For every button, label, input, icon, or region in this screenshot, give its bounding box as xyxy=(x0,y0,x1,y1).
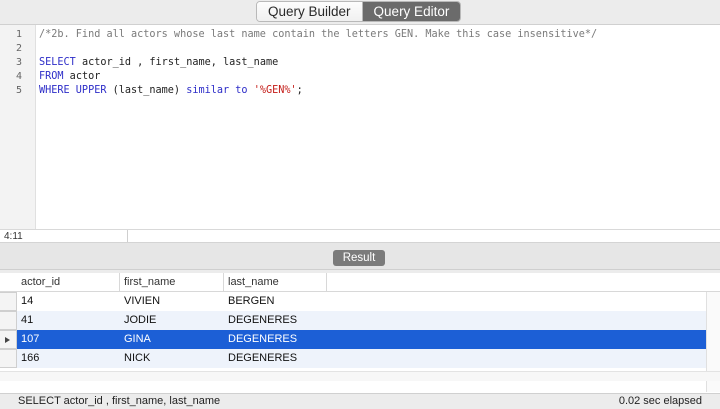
tab-query-builder[interactable]: Query Builder xyxy=(257,2,362,21)
line-number: 3 xyxy=(15,57,22,68)
status-query-text: SELECT actor_id , first_name, last_name xyxy=(18,395,221,407)
code-token-id: ; xyxy=(296,85,303,96)
code-token-kw: similar to xyxy=(186,85,248,96)
code-token-kw: FROM xyxy=(39,71,64,82)
result-bar: Result xyxy=(0,242,720,270)
cell-actor-id: 14 xyxy=(21,295,34,307)
cell-actor-id: 166 xyxy=(21,352,40,364)
table-row[interactable]: 14 VIVIEN BERGEN xyxy=(17,292,706,311)
code-token-id: actor xyxy=(63,71,101,82)
cell-last-name: DEGENERES xyxy=(228,314,298,326)
line-number: 5 xyxy=(15,85,22,96)
line-number: 1 xyxy=(15,29,22,40)
editor-status-bar: 4:11 xyxy=(0,229,720,243)
code-token-kw: SELECT xyxy=(39,57,76,68)
cell-first-name: JODIE xyxy=(124,314,157,326)
table-row[interactable]: 166 NICK DEGENERES xyxy=(17,349,706,368)
row-header-selected[interactable] xyxy=(0,330,17,349)
table-header: actor_id first_name last_name xyxy=(0,273,720,292)
mode-segmented-control: Query Builder Query Editor xyxy=(256,1,462,22)
code-token-comment: /*2b. Find all actors whose last name co… xyxy=(39,29,598,40)
cell-last-name: DEGENERES xyxy=(228,352,298,364)
code-token-kw: WHERE UPPER xyxy=(39,85,107,96)
horizontal-scrollbar[interactable] xyxy=(0,371,720,381)
cell-last-name: DEGENERES xyxy=(228,333,298,345)
tab-query-editor[interactable]: Query Editor xyxy=(361,2,461,21)
mode-toolbar: Query Builder Query Editor xyxy=(0,0,720,24)
status-elapsed-time: 0.02 sec elapsed xyxy=(618,395,702,407)
row-header[interactable] xyxy=(0,311,17,330)
sql-editor[interactable]: 1 2 3 4 5 /*2b. Find all actors whose la… xyxy=(0,24,720,230)
row-header[interactable] xyxy=(0,349,17,368)
cell-actor-id: 107 xyxy=(21,333,40,345)
cell-first-name: GINA xyxy=(124,333,151,345)
result-button[interactable]: Result xyxy=(333,250,385,266)
current-row-arrow-icon xyxy=(5,337,10,343)
code-token-id: (last_name) xyxy=(106,85,187,96)
code-token-str: '%GEN%' xyxy=(253,85,297,96)
column-header-last-name[interactable]: last_name xyxy=(224,273,327,292)
row-header[interactable] xyxy=(0,292,17,311)
column-header-actor-id[interactable]: actor_id xyxy=(17,273,120,292)
column-header-first-name[interactable]: first_name xyxy=(120,273,224,292)
cell-first-name: NICK xyxy=(124,352,151,364)
table-row-selected[interactable]: 107 GINA DEGENERES xyxy=(17,330,706,349)
cell-first-name: VIVIEN xyxy=(124,295,161,307)
line-number-gutter: 1 2 3 4 5 xyxy=(0,25,36,230)
line-number: 2 xyxy=(15,43,22,54)
code-token-id: actor_id , first_name, last_name xyxy=(75,57,279,68)
code-area[interactable]: /*2b. Find all actors whose last name co… xyxy=(39,25,720,230)
line-number: 4 xyxy=(15,71,22,82)
code-line: WHERE UPPER (last_name) similar to '%GEN… xyxy=(39,85,303,96)
cell-actor-id: 41 xyxy=(21,314,34,326)
table-row[interactable]: 41 JODIE DEGENERES xyxy=(17,311,706,330)
status-bar: SELECT actor_id , first_name, last_name … xyxy=(0,393,720,409)
code-line: SELECT actor_id , first_name, last_name xyxy=(39,57,278,68)
code-line: /*2b. Find all actors whose last name co… xyxy=(39,29,597,40)
cell-last-name: BERGEN xyxy=(228,295,275,307)
code-line: FROM actor xyxy=(39,71,100,82)
